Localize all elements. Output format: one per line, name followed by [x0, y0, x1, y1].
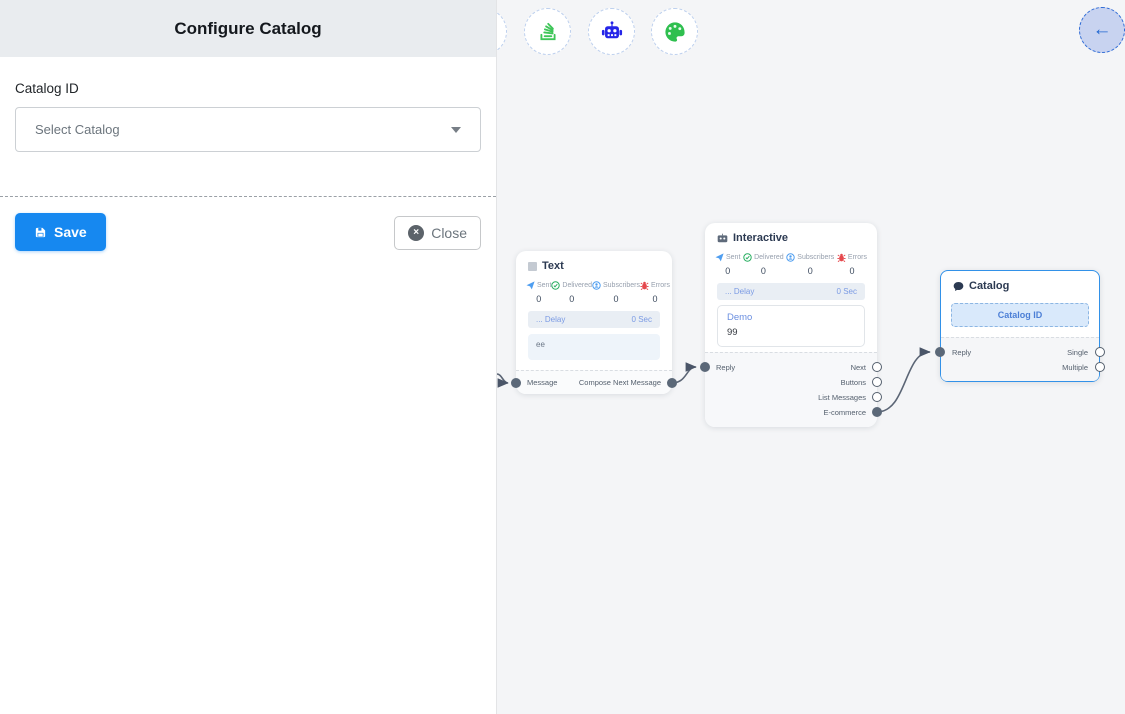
node-catalog-footer: Reply Single Multiple: [941, 337, 1099, 381]
errors-icon: [837, 253, 846, 262]
interactive-output-list-messages-handle[interactable]: [872, 392, 882, 402]
delay-bar[interactable]: ... Delay 0 Sec: [528, 311, 660, 328]
port-label-buttons: Buttons: [841, 378, 866, 387]
save-icon: [34, 226, 47, 239]
close-button[interactable]: × Close: [394, 216, 481, 250]
edge-into-text: [497, 374, 508, 383]
interactive-body-value: 99: [727, 327, 855, 338]
chevron-down-icon: [451, 127, 461, 133]
save-button[interactable]: Save: [15, 213, 106, 251]
panel-header: Configure Catalog: [0, 0, 496, 57]
toolbar-button-bot[interactable]: [588, 8, 635, 55]
text-input-port-label: Message: [527, 378, 557, 387]
node-interactive-stats: Sent 0 Delivered 0 Subscribers 0 Errors …: [705, 247, 877, 276]
stat-subscribers: Subscribers 0: [786, 253, 834, 276]
interactive-body-preview[interactable]: Demo 99: [717, 305, 865, 347]
errors-icon: [640, 281, 649, 290]
back-arrow-icon: ←: [1093, 19, 1112, 41]
node-text-footer: Message Compose Next Message: [516, 370, 672, 394]
close-icon: ×: [408, 225, 424, 241]
toolbar-button-palette[interactable]: [651, 8, 698, 55]
node-text-header: Text: [516, 251, 672, 275]
text-input-handle[interactable]: [511, 378, 521, 388]
interactive-input-port-label: Reply: [716, 363, 735, 372]
port-label-multiple: Multiple: [1062, 363, 1088, 372]
divider: [0, 196, 496, 197]
node-catalog-title: Catalog: [969, 280, 1009, 292]
catalog-input-port-label: Reply: [952, 348, 971, 357]
node-text[interactable]: Text Sent 0 Delivered 0 Subscribers 0 Er…: [516, 251, 672, 394]
delay-label: ... Delay: [536, 315, 565, 324]
catalog-id-label: Catalog ID: [15, 81, 481, 96]
queue-icon: [537, 21, 559, 43]
catalog-output-multiple-handle[interactable]: [1095, 362, 1105, 372]
close-button-label: Close: [431, 225, 467, 241]
sent-icon: [715, 253, 724, 262]
node-interactive[interactable]: Interactive Sent 0 Delivered 0 Subscribe…: [705, 223, 877, 427]
delay-label: ... Delay: [725, 287, 754, 296]
stat-sent: Sent 0: [526, 281, 551, 304]
palette-icon: [663, 20, 687, 44]
interactive-body-title: Demo: [727, 312, 855, 323]
port-label-ecommerce: E-commerce: [823, 408, 866, 417]
delay-bar[interactable]: ... Delay 0 Sec: [717, 283, 865, 300]
delay-value: 0 Sec: [837, 287, 857, 296]
catalog-output-single-handle[interactable]: [1095, 347, 1105, 357]
stat-errors: Errors 0: [640, 281, 670, 304]
interactive-node-icon: [717, 233, 728, 244]
robot-icon: [600, 20, 624, 44]
node-interactive-footer: Reply Next Buttons List Messages E-comme…: [705, 352, 877, 427]
text-output-port-label: Compose Next Message: [579, 378, 661, 387]
port-label-single: Single: [1067, 348, 1088, 357]
subscribers-icon: [592, 281, 601, 290]
stat-subscribers: Subscribers 0: [592, 281, 640, 304]
button-row: Save × Close: [15, 213, 481, 251]
edge-interactive-to-catalog: [877, 352, 930, 412]
interactive-output-next-handle[interactable]: [872, 362, 882, 372]
save-button-label: Save: [54, 224, 87, 240]
chat-bubble-icon: [953, 281, 964, 292]
panel-body: Catalog ID Select Catalog Save ×: [0, 81, 496, 251]
text-output-handle[interactable]: [667, 378, 677, 388]
delivered-icon: [743, 253, 752, 262]
port-label-list-messages: List Messages: [818, 393, 866, 402]
catalog-select[interactable]: Select Catalog: [15, 107, 481, 152]
port-label-next: Next: [851, 363, 866, 372]
page-title: Configure Catalog: [174, 19, 321, 39]
stat-sent: Sent 0: [715, 253, 740, 276]
text-node-icon: [528, 262, 537, 271]
catalog-select-value: Select Catalog: [35, 122, 120, 137]
toolbar-button-queue[interactable]: [524, 8, 571, 55]
flow-builder-app: Configure Catalog Catalog ID Select Cata…: [0, 0, 1125, 714]
node-catalog[interactable]: Catalog Catalog ID Reply Single Multiple: [940, 270, 1100, 382]
sent-icon: [526, 281, 535, 290]
text-message-preview[interactable]: ee: [528, 334, 660, 360]
collapse-panel-button[interactable]: ←: [1079, 7, 1125, 53]
node-interactive-header: Interactive: [705, 223, 877, 247]
node-interactive-title: Interactive: [733, 232, 788, 244]
stat-delivered: Delivered 0: [743, 253, 784, 276]
delivered-icon: [551, 281, 560, 290]
toolbar-button-partial[interactable]: [497, 8, 507, 55]
interactive-output-ecommerce-handle[interactable]: [872, 407, 882, 417]
subscribers-icon: [786, 253, 795, 262]
delay-value: 0 Sec: [632, 315, 652, 324]
flow-canvas[interactable]: ← Text Sent 0: [497, 0, 1125, 714]
stat-delivered: Delivered 0: [551, 281, 592, 304]
node-text-stats: Sent 0 Delivered 0 Subscribers 0 Errors …: [516, 275, 672, 304]
catalog-input-handle[interactable]: [935, 347, 945, 357]
node-text-title: Text: [542, 260, 564, 272]
interactive-output-buttons-handle[interactable]: [872, 377, 882, 387]
interactive-input-handle[interactable]: [700, 362, 710, 372]
catalog-id-button[interactable]: Catalog ID: [951, 303, 1089, 327]
configure-catalog-panel: Configure Catalog Catalog ID Select Cata…: [0, 0, 497, 714]
node-catalog-header: Catalog: [941, 271, 1099, 295]
stat-errors: Errors 0: [837, 253, 867, 276]
